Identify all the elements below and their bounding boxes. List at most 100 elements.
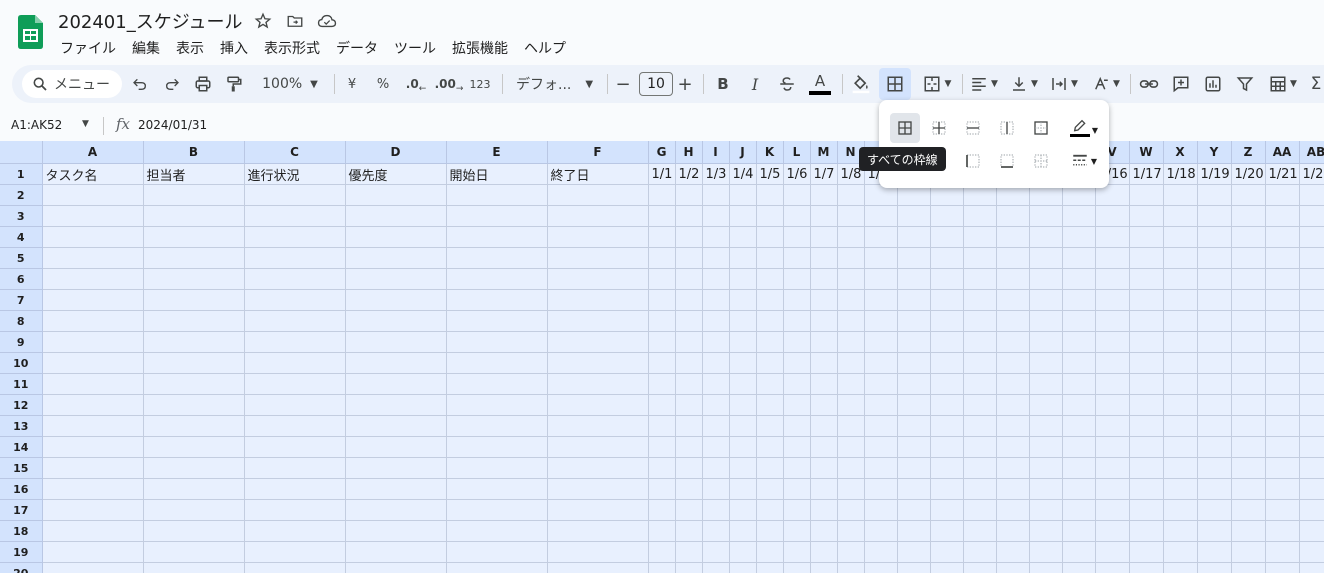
cell[interactable]: [996, 268, 1030, 290]
decrease-decimal-button[interactable]: .0 ←: [404, 65, 428, 103]
cell[interactable]: [702, 415, 730, 437]
cell[interactable]: [42, 562, 144, 573]
text-wrap-button[interactable]: ▼: [1046, 65, 1082, 103]
cell[interactable]: [1029, 331, 1063, 353]
cell[interactable]: [1062, 478, 1096, 500]
row-header[interactable]: 5: [0, 247, 43, 269]
cell[interactable]: [547, 205, 649, 227]
cell[interactable]: [244, 289, 346, 311]
cell[interactable]: [1095, 541, 1130, 563]
cell[interactable]: [729, 268, 757, 290]
strikethrough-icon[interactable]: [776, 65, 798, 103]
cell[interactable]: [1129, 247, 1164, 269]
cell[interactable]: 1/21: [1265, 163, 1300, 185]
cell[interactable]: [930, 457, 964, 479]
cell[interactable]: [1299, 562, 1324, 573]
cell[interactable]: [42, 541, 144, 563]
cell[interactable]: [930, 205, 964, 227]
cell[interactable]: [345, 520, 447, 542]
horizontal-borders-option[interactable]: [958, 113, 988, 143]
cell[interactable]: [897, 541, 931, 563]
cell[interactable]: [345, 499, 447, 521]
cell[interactable]: [810, 478, 838, 500]
cell[interactable]: [143, 499, 245, 521]
cell[interactable]: [446, 415, 548, 437]
cell[interactable]: [1163, 415, 1198, 437]
cell[interactable]: [675, 268, 703, 290]
cell[interactable]: [930, 520, 964, 542]
cell[interactable]: [1062, 562, 1096, 573]
cell[interactable]: [143, 247, 245, 269]
cell[interactable]: [547, 478, 649, 500]
cell[interactable]: [1029, 268, 1063, 290]
cell[interactable]: [244, 205, 346, 227]
cell[interactable]: [897, 289, 931, 311]
cell[interactable]: [1231, 184, 1266, 206]
cell[interactable]: 1/1: [648, 163, 676, 185]
cell[interactable]: [810, 184, 838, 206]
print-icon[interactable]: [193, 65, 213, 103]
cell[interactable]: [702, 499, 730, 521]
cell[interactable]: [897, 373, 931, 395]
cell[interactable]: [244, 310, 346, 332]
border-style-button[interactable]: ▼: [1066, 146, 1102, 176]
cell[interactable]: [930, 352, 964, 374]
cell[interactable]: [996, 562, 1030, 573]
clear-borders-option[interactable]: [1026, 146, 1056, 176]
cell[interactable]: [648, 226, 676, 248]
cell[interactable]: [446, 289, 548, 311]
cell[interactable]: [996, 247, 1030, 269]
cell[interactable]: [930, 415, 964, 437]
cell[interactable]: [1265, 394, 1300, 416]
cell[interactable]: [244, 184, 346, 206]
cell[interactable]: [897, 247, 931, 269]
cell[interactable]: [1231, 289, 1266, 311]
cell[interactable]: [810, 394, 838, 416]
cell[interactable]: [42, 394, 144, 416]
cell[interactable]: [783, 352, 811, 374]
outer-borders-option[interactable]: [1026, 113, 1056, 143]
cell[interactable]: [42, 331, 144, 353]
cell[interactable]: [1163, 520, 1198, 542]
cell[interactable]: [864, 478, 898, 500]
cell[interactable]: [1197, 499, 1232, 521]
cell[interactable]: [837, 226, 865, 248]
cell[interactable]: [930, 226, 964, 248]
cell[interactable]: [547, 352, 649, 374]
cell[interactable]: [345, 478, 447, 500]
cell[interactable]: [1163, 289, 1198, 311]
cell[interactable]: [42, 310, 144, 332]
cell[interactable]: [930, 310, 964, 332]
cell[interactable]: [648, 478, 676, 500]
cell[interactable]: [1265, 520, 1300, 542]
cell[interactable]: [810, 247, 838, 269]
cell[interactable]: [996, 394, 1030, 416]
cell[interactable]: [729, 205, 757, 227]
menu-tools[interactable]: ツール: [386, 36, 444, 60]
cell[interactable]: [42, 205, 144, 227]
cell[interactable]: [547, 415, 649, 437]
cell[interactable]: [783, 520, 811, 542]
cell[interactable]: [729, 310, 757, 332]
cell[interactable]: [42, 373, 144, 395]
row-header[interactable]: 7: [0, 289, 43, 311]
row-header[interactable]: 13: [0, 415, 43, 437]
document-title[interactable]: 202401_スケジュール: [58, 8, 242, 34]
cell[interactable]: [1029, 436, 1063, 458]
cell[interactable]: [837, 499, 865, 521]
cell[interactable]: [345, 310, 447, 332]
select-all-corner[interactable]: [0, 141, 43, 164]
cell[interactable]: [996, 499, 1030, 521]
cell[interactable]: [1265, 205, 1300, 227]
cell[interactable]: [446, 331, 548, 353]
cell[interactable]: [996, 541, 1030, 563]
cell[interactable]: [244, 436, 346, 458]
cell[interactable]: [1197, 184, 1232, 206]
cell[interactable]: [143, 331, 245, 353]
chevron-down-icon[interactable]: ▼: [82, 119, 89, 129]
cell[interactable]: [675, 436, 703, 458]
cell[interactable]: [244, 331, 346, 353]
cell[interactable]: [963, 478, 997, 500]
cell[interactable]: [783, 226, 811, 248]
cell[interactable]: [702, 520, 730, 542]
